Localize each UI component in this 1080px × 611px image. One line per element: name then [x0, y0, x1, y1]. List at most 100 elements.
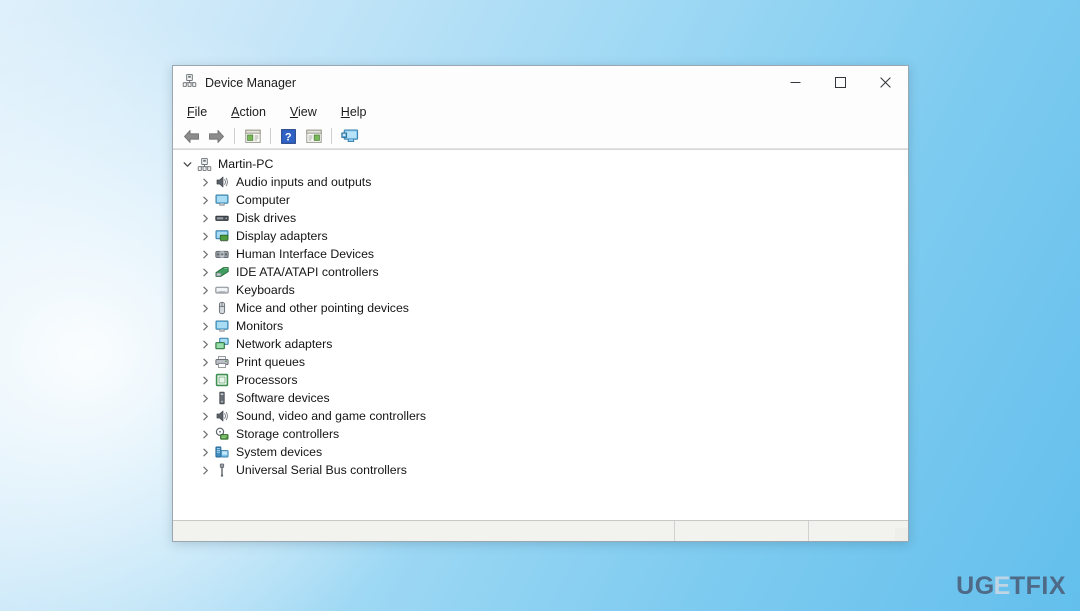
menu-bar: File Action View Help	[173, 99, 908, 124]
update-driver-button[interactable]	[301, 125, 326, 147]
forward-arrow-icon	[209, 129, 224, 143]
tree-item-label: Human Interface Devices	[236, 246, 375, 261]
chevron-right-icon[interactable]	[198, 376, 213, 385]
tree-item-label: System devices	[236, 444, 323, 459]
chevron-right-icon[interactable]	[198, 412, 213, 421]
tree-item-print-queues[interactable]: Print queues	[173, 353, 908, 371]
minimize-button[interactable]	[773, 67, 818, 99]
tree-item-human-interface-devices[interactable]: Human Interface Devices	[173, 245, 908, 263]
tree-item-label: Print queues	[236, 354, 306, 369]
watermark-part-2: E	[993, 572, 1011, 600]
tree-item-label: Disk drives	[236, 210, 297, 225]
tree-item-label: Display adapters	[236, 228, 328, 243]
menu-action-accel: A	[231, 104, 240, 119]
computer-node-icon	[195, 157, 213, 172]
tree-item-keyboards[interactable]: Keyboards	[173, 281, 908, 299]
toolbar: ?	[173, 124, 908, 149]
toolbar-separator-1	[234, 128, 235, 144]
forward-button[interactable]	[204, 125, 229, 147]
resize-grip[interactable]	[895, 528, 908, 541]
help-button[interactable]: ?	[276, 125, 301, 147]
tree-item-sound-video-and-game-controllers[interactable]: Sound, video and game controllers	[173, 407, 908, 425]
menu-help-accel: H	[340, 104, 350, 119]
tree-item-universal-serial-bus-controllers[interactable]: Universal Serial Bus controllers	[173, 461, 908, 479]
close-button[interactable]	[863, 67, 908, 99]
chevron-right-icon[interactable]	[198, 304, 213, 313]
keyboard-icon	[213, 283, 231, 297]
tree-item-label: Software devices	[236, 390, 330, 405]
menu-action[interactable]: Action	[229, 104, 268, 120]
device-manager-icon	[182, 73, 197, 93]
tree-item-label: Computer	[236, 192, 290, 207]
chevron-right-icon[interactable]	[198, 196, 213, 205]
hid-icon	[213, 247, 231, 261]
tree-item-label: Network adapters	[236, 336, 333, 351]
svg-text:?: ?	[285, 131, 292, 143]
update-driver-icon	[305, 129, 322, 143]
storage-controller-icon	[213, 427, 231, 441]
maximize-button[interactable]	[818, 67, 863, 99]
toolbar-separator-3	[331, 128, 332, 144]
tree-item-monitors[interactable]: Monitors	[173, 317, 908, 335]
tree-item-label: Mice and other pointing devices	[236, 300, 409, 315]
chevron-right-icon[interactable]	[198, 286, 213, 295]
chevron-right-icon[interactable]	[198, 358, 213, 367]
status-bar-panel-b	[809, 521, 895, 541]
chevron-right-icon[interactable]	[198, 232, 213, 241]
menu-file[interactable]: File	[185, 104, 209, 120]
tree-item-audio-inputs-and-outputs[interactable]: Audio inputs and outputs	[173, 173, 908, 191]
tree-item-disk-drives[interactable]: Disk drives	[173, 209, 908, 227]
processor-icon	[213, 373, 231, 387]
chevron-right-icon[interactable]	[198, 430, 213, 439]
usb-controller-icon	[213, 463, 231, 477]
chevron-right-icon[interactable]	[198, 268, 213, 277]
watermark-part-3: TFIX	[1009, 572, 1066, 600]
tree-item-storage-controllers[interactable]: Storage controllers	[173, 425, 908, 443]
tree-root-node[interactable]: Martin-PC	[173, 155, 908, 173]
back-button[interactable]	[179, 125, 204, 147]
tree-item-label: Audio inputs and outputs	[236, 174, 372, 189]
device-tree-pane[interactable]: Martin-PC Audio inputs and outputs Compu…	[173, 149, 908, 520]
back-arrow-icon	[184, 129, 199, 143]
tree-item-label: Storage controllers	[236, 426, 340, 441]
menu-help[interactable]: Help	[339, 104, 369, 120]
chevron-right-icon[interactable]	[198, 322, 213, 331]
title-bar-left: Device Manager	[173, 73, 773, 93]
monitor-icon	[213, 319, 231, 333]
menu-view[interactable]: View	[288, 104, 319, 120]
chevron-right-icon[interactable]	[198, 394, 213, 403]
software-device-icon	[213, 391, 231, 405]
properties-button[interactable]	[240, 125, 265, 147]
tree-item-display-adapters[interactable]: Display adapters	[173, 227, 908, 245]
network-adapter-icon	[213, 337, 231, 351]
tree-item-label: IDE ATA/ATAPI controllers	[236, 264, 379, 279]
scan-hardware-button[interactable]	[337, 125, 362, 147]
chevron-right-icon[interactable]	[198, 340, 213, 349]
title-bar[interactable]: Device Manager	[173, 66, 908, 99]
menu-view-accel: V	[289, 104, 299, 119]
tree-item-ide-ata-atapi-controllers[interactable]: IDE ATA/ATAPI controllers	[173, 263, 908, 281]
tree-item-software-devices[interactable]: Software devices	[173, 389, 908, 407]
toolbar-separator-2	[270, 128, 271, 144]
system-device-icon	[213, 445, 231, 459]
chevron-right-icon[interactable]	[198, 466, 213, 475]
status-bar-panel-a	[675, 521, 809, 541]
tree-item-processors[interactable]: Processors	[173, 371, 908, 389]
tree-item-mice-and-other-pointing-devices[interactable]: Mice and other pointing devices	[173, 299, 908, 317]
chevron-right-icon[interactable]	[198, 214, 213, 223]
menu-file-label: ile	[194, 104, 208, 119]
chevron-right-icon[interactable]	[198, 250, 213, 259]
disk-drive-icon	[213, 211, 231, 225]
sound-controller-icon	[213, 409, 231, 423]
tree-item-computer[interactable]: Computer	[173, 191, 908, 209]
menu-file-accel: F	[187, 104, 195, 119]
tree-item-label: Keyboards	[236, 282, 295, 297]
chevron-down-icon[interactable]	[180, 160, 195, 169]
tree-item-network-adapters[interactable]: Network adapters	[173, 335, 908, 353]
mouse-icon	[213, 301, 231, 315]
chevron-right-icon[interactable]	[198, 448, 213, 457]
desktop-background: Device Manager File Action View Help ? M…	[0, 0, 1080, 611]
chevron-right-icon[interactable]	[198, 178, 213, 187]
status-bar-main-panel	[173, 521, 675, 541]
tree-item-system-devices[interactable]: System devices	[173, 443, 908, 461]
